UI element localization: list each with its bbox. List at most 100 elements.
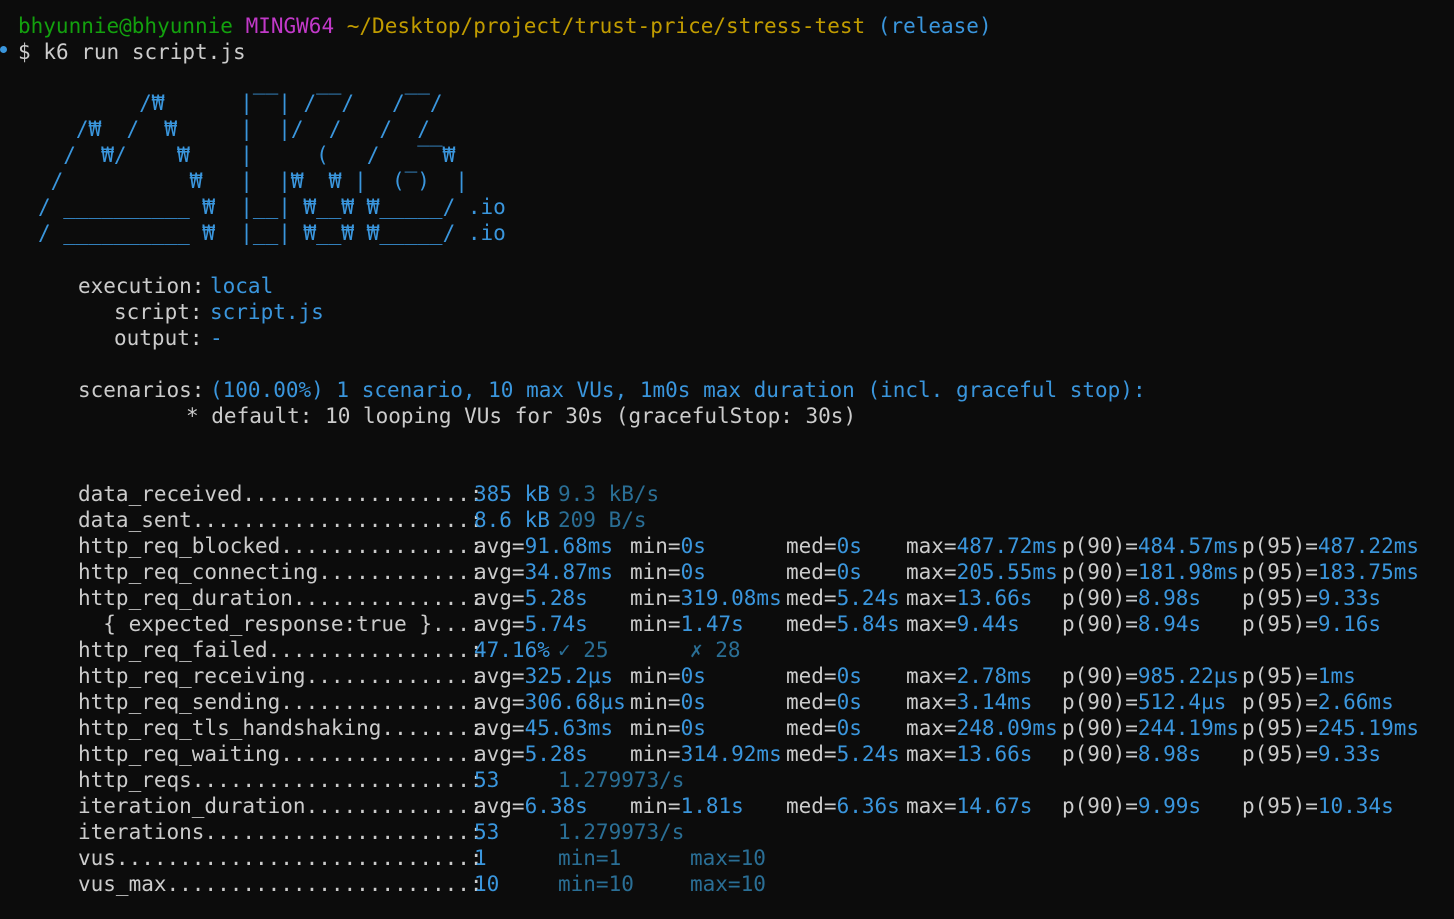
metric-key: p(95)= bbox=[1242, 612, 1318, 636]
metric-value: p(95)=9.16s bbox=[1242, 611, 1381, 637]
metric-value: avg=5.28s bbox=[474, 585, 588, 611]
metric-value: min=0s bbox=[630, 689, 706, 715]
metric-key: avg= bbox=[474, 586, 525, 610]
metric-number: 5.28s bbox=[524, 742, 588, 766]
metric-name: http_req_blocked...............: bbox=[78, 534, 483, 558]
metric-number: 319.08ms bbox=[680, 586, 782, 610]
metric-number: 0s bbox=[836, 664, 862, 688]
metric-value: 53 bbox=[474, 820, 500, 844]
metric-value: min=0s bbox=[630, 533, 706, 559]
metric-value: p(90)=244.19ms bbox=[1062, 715, 1239, 741]
metric-value: med=5.84s bbox=[786, 611, 900, 637]
metric-number: 487.22ms bbox=[1317, 534, 1420, 558]
metric-number: 8.98s bbox=[1137, 742, 1202, 766]
metric-number: 3.14ms bbox=[956, 690, 1033, 714]
metric-value: avg=306.68µs bbox=[474, 689, 626, 715]
metric-value: p(95)=9.33s bbox=[1242, 741, 1381, 767]
option-label: script: bbox=[114, 300, 203, 324]
metric-number: 9.16s bbox=[1317, 612, 1382, 636]
metric-key: min= bbox=[630, 560, 681, 584]
metric-name: http_req_waiting...............: bbox=[78, 742, 483, 766]
metric-key: avg= bbox=[474, 794, 525, 818]
metric-number: 91.68ms bbox=[524, 534, 614, 558]
metric-name: http_req_sending...............: bbox=[78, 690, 483, 714]
prompt-path: ~/Desktop/project/trust-price/stress-tes… bbox=[346, 14, 866, 38]
metric-value: med=0s bbox=[786, 663, 862, 689]
metric-number: 5.28s bbox=[524, 586, 588, 610]
metric-name: http_req_connecting............: bbox=[78, 560, 483, 584]
metric-number: 181.98ms bbox=[1137, 560, 1240, 584]
metric-name: http_req_failed................: bbox=[78, 638, 483, 662]
metric-number: 244.19ms bbox=[1137, 716, 1240, 740]
metric-name: http_reqs......................: bbox=[78, 768, 483, 792]
metric-key: max= bbox=[906, 716, 957, 740]
metric-value: med=0s bbox=[786, 533, 862, 559]
shell-prompt: bhyunnie@bhyunnie MINGW64 ~/Desktop/proj… bbox=[18, 13, 992, 39]
metric-value: max=9.44s bbox=[906, 611, 1020, 637]
metric-number: 0s bbox=[680, 690, 706, 714]
metric-key: avg= bbox=[474, 534, 525, 558]
metric-number: 13.66s bbox=[956, 586, 1033, 610]
metric-key: min= bbox=[630, 690, 681, 714]
metric-value: avg=6.38s bbox=[474, 793, 588, 819]
metric-number: 14.67s bbox=[956, 794, 1033, 818]
metric-key: max= bbox=[906, 612, 957, 636]
metric-key: p(90)= bbox=[1062, 560, 1138, 584]
metric-value: p(90)=181.98ms bbox=[1062, 559, 1239, 585]
metric-key: med= bbox=[786, 560, 837, 584]
metric-key: med= bbox=[786, 794, 837, 818]
metric-value: 47.16% bbox=[474, 638, 550, 662]
metric-value: med=5.24s bbox=[786, 585, 900, 611]
metric-key: max= bbox=[906, 794, 957, 818]
metric-value: p(95)=487.22ms bbox=[1242, 533, 1419, 559]
metric-key: p(95)= bbox=[1242, 534, 1318, 558]
metric-value: min=1.47s bbox=[630, 611, 744, 637]
option-label: execution: bbox=[78, 274, 205, 298]
metric-number: 325.2µs bbox=[524, 664, 614, 688]
option-value: (100.00%) 1 scenario, 10 max VUs, 1m0s m… bbox=[210, 378, 1146, 402]
metric-key: avg= bbox=[474, 560, 525, 584]
metric-key: p(90)= bbox=[1062, 612, 1138, 636]
metric-number: 985.22µs bbox=[1137, 664, 1240, 688]
metric-key: min= bbox=[630, 664, 681, 688]
metric-number: 205.55ms bbox=[956, 560, 1058, 584]
metric-key: max= bbox=[906, 560, 957, 584]
metric-value: med=0s bbox=[786, 689, 862, 715]
metric-key: p(95)= bbox=[1242, 664, 1318, 688]
option-value: local bbox=[210, 274, 274, 298]
metric-name: iteration_duration.............: bbox=[78, 794, 483, 818]
option-value: script.js bbox=[210, 300, 324, 324]
metric-key: avg= bbox=[474, 716, 525, 740]
metric-number: 248.09ms bbox=[956, 716, 1058, 740]
metric-number: 512.4µs bbox=[1137, 690, 1227, 714]
metric-number: 1ms bbox=[1317, 664, 1356, 688]
metric-key: min= bbox=[630, 794, 681, 818]
metric-number: 10.34s bbox=[1317, 794, 1394, 818]
metric-number: 0s bbox=[680, 716, 706, 740]
metric-number: 8.94s bbox=[1137, 612, 1202, 636]
metric-number: 0s bbox=[680, 664, 706, 688]
metric-key: med= bbox=[786, 664, 837, 688]
metric-key: min= bbox=[630, 586, 681, 610]
option-label: scenarios: bbox=[78, 378, 205, 402]
metric-number: 9.33s bbox=[1317, 586, 1382, 610]
metric-value: ✓ 25 bbox=[558, 638, 609, 662]
metric-key: p(90)= bbox=[1062, 742, 1138, 766]
metric-number: 183.75ms bbox=[1317, 560, 1420, 584]
metric-number: 0s bbox=[836, 716, 862, 740]
metric-number: 5.74s bbox=[524, 612, 588, 636]
metric-key: p(95)= bbox=[1242, 560, 1318, 584]
metric-value: max=13.66s bbox=[906, 585, 1032, 611]
metric-key: med= bbox=[786, 612, 837, 636]
option-label: output: bbox=[114, 326, 203, 350]
metric-name: vus............................: bbox=[78, 846, 483, 870]
command-line[interactable]: $ k6 run script.js bbox=[18, 39, 246, 65]
metric-number: 1.81s bbox=[680, 794, 744, 818]
metric-name: http_req_receiving.............: bbox=[78, 664, 483, 688]
metric-name: data_received..................: bbox=[78, 482, 483, 506]
metric-value: p(90)=8.94s bbox=[1062, 611, 1201, 637]
scenario-detail-text: * default: 10 looping VUs for 30s (grace… bbox=[186, 404, 857, 428]
metric-value: max=487.72ms bbox=[906, 533, 1058, 559]
metric-number: 5.24s bbox=[836, 586, 900, 610]
metric-key: p(90)= bbox=[1062, 664, 1138, 688]
